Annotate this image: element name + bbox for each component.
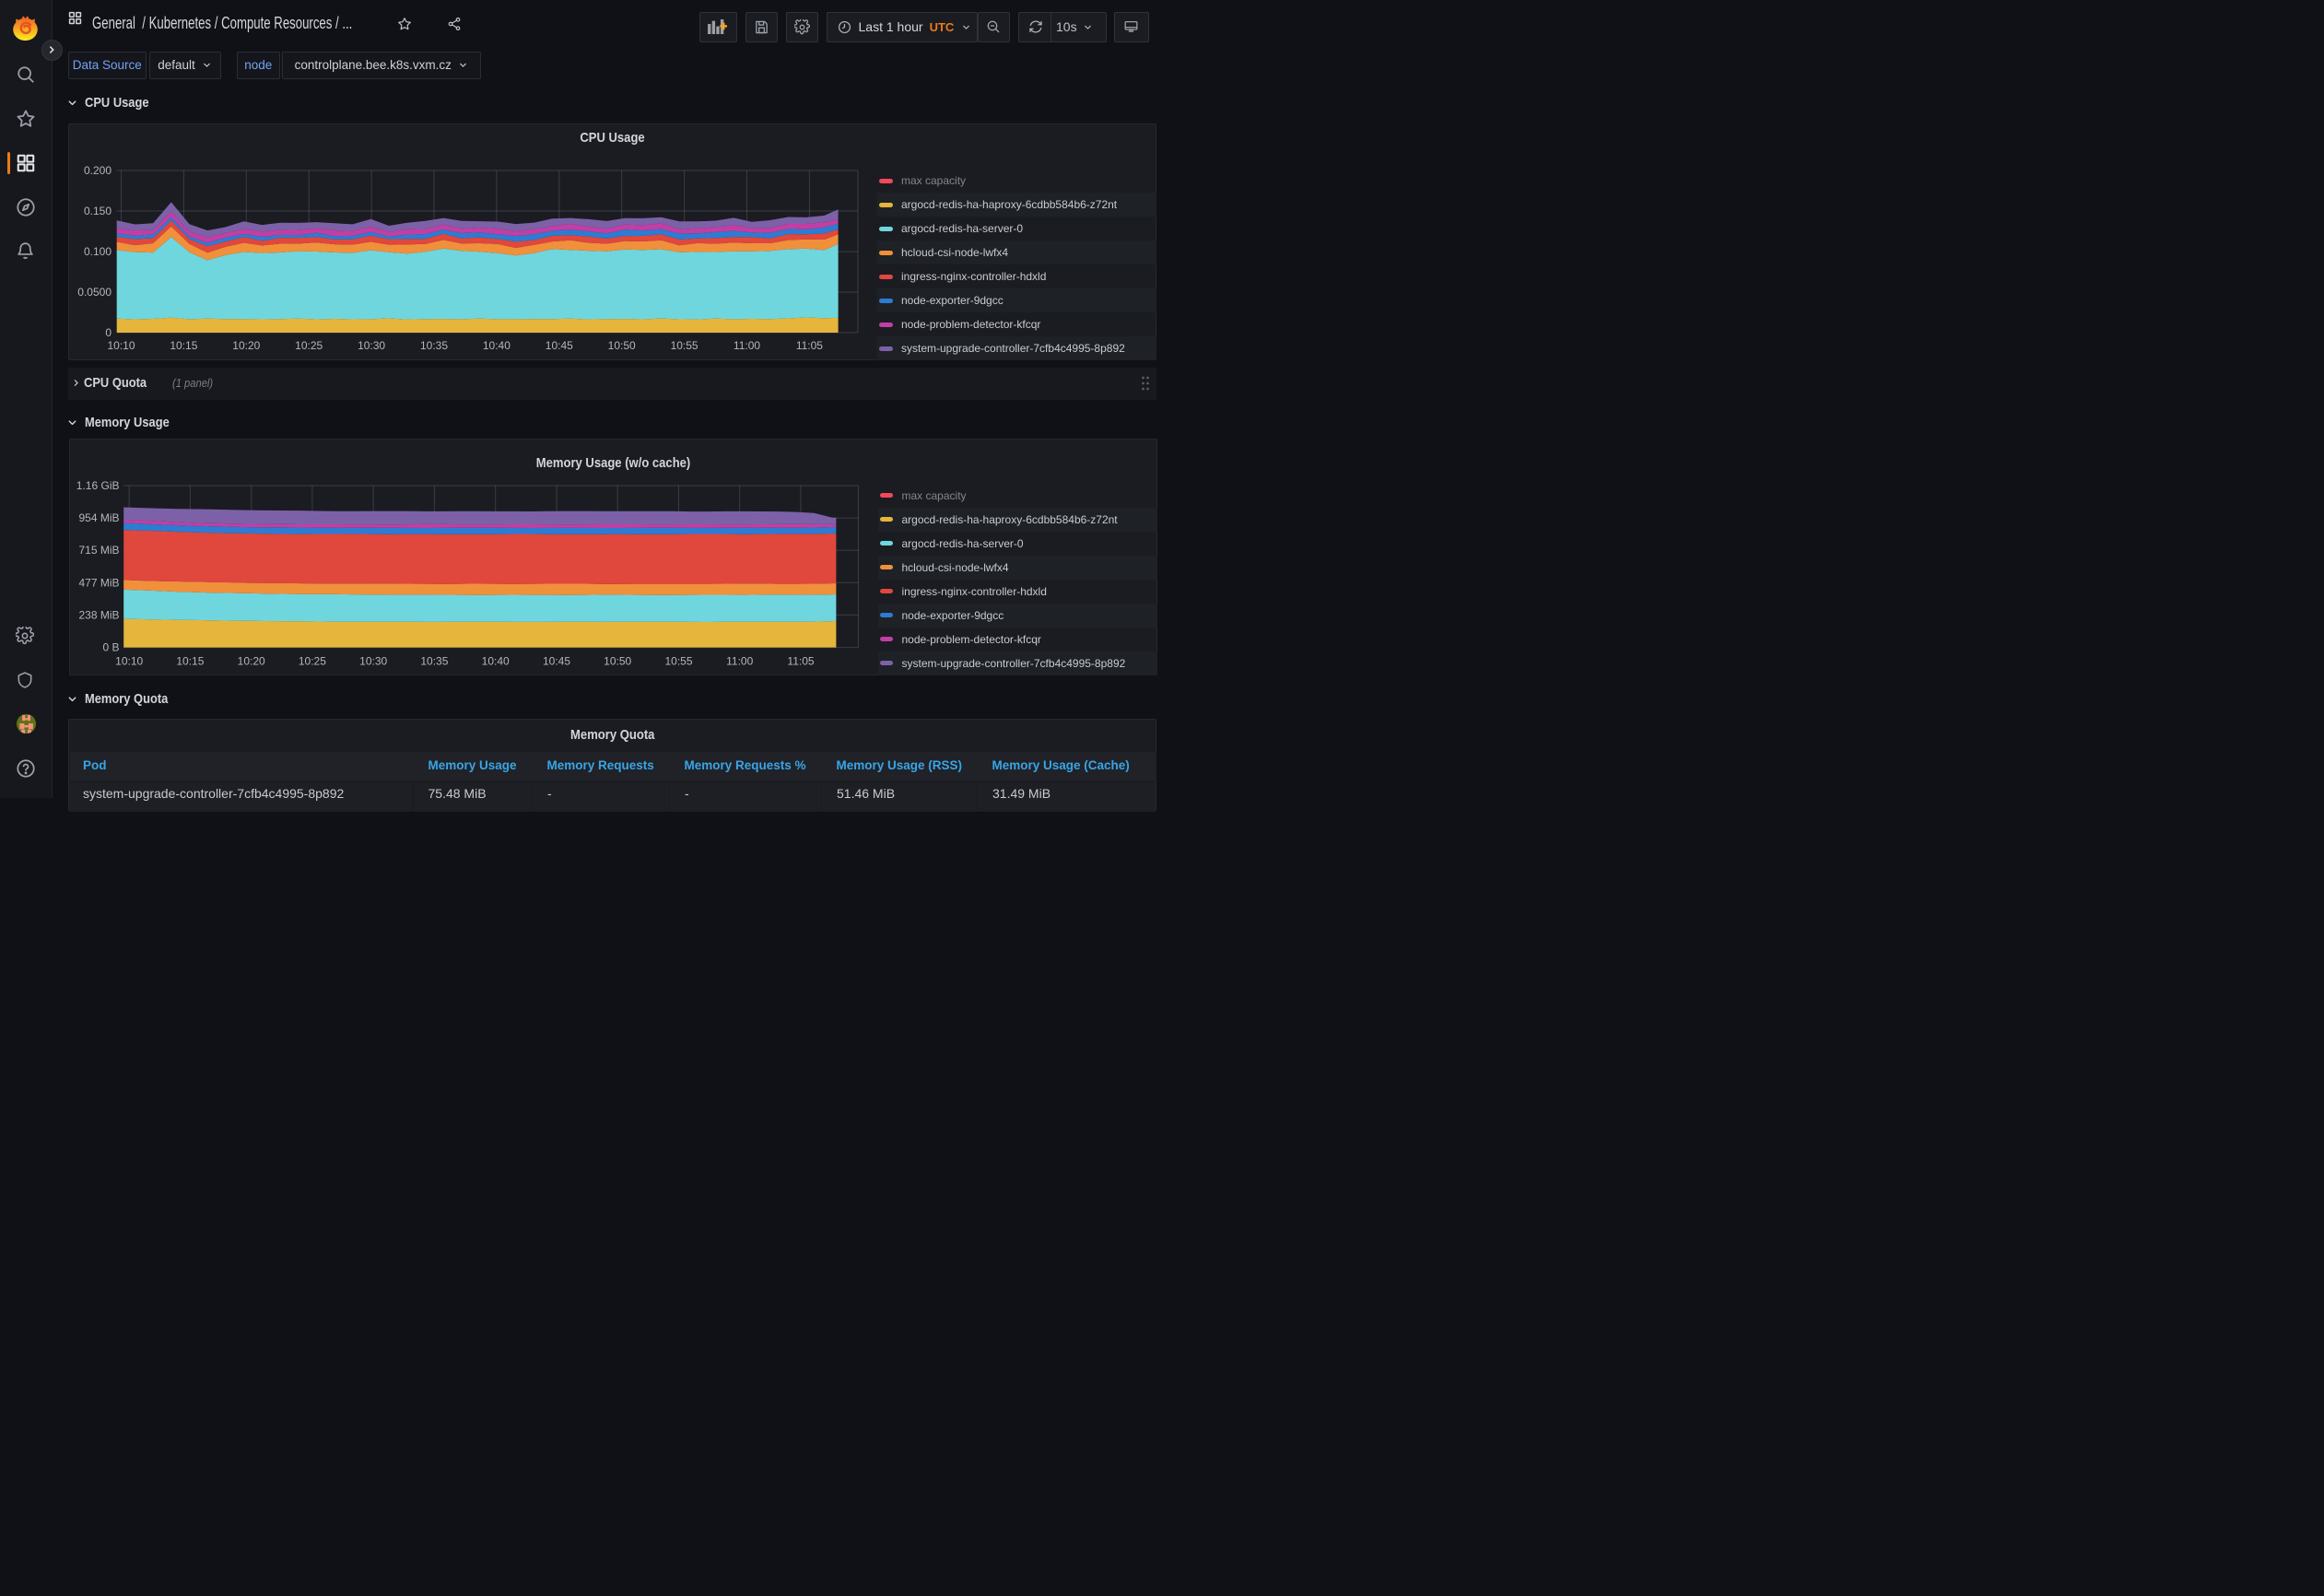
- svg-text:0: 0: [105, 326, 112, 339]
- svg-text:10:15: 10:15: [176, 655, 204, 668]
- svg-text:1.16 GiB: 1.16 GiB: [76, 479, 119, 492]
- svg-text:0.150: 0.150: [84, 205, 112, 217]
- svg-text:10:55: 10:55: [664, 655, 692, 668]
- svg-text:10:20: 10:20: [237, 655, 264, 668]
- svg-text:10:35: 10:35: [420, 655, 448, 668]
- svg-text:0.200: 0.200: [84, 164, 112, 177]
- svg-text:11:05: 11:05: [796, 339, 823, 352]
- svg-text:0.0500: 0.0500: [77, 286, 112, 299]
- svg-text:10:40: 10:40: [481, 655, 509, 668]
- svg-text:10:50: 10:50: [604, 655, 631, 668]
- svg-text:715 MiB: 715 MiB: [78, 544, 119, 557]
- svg-text:10:30: 10:30: [359, 655, 387, 668]
- svg-text:10:55: 10:55: [671, 339, 698, 352]
- svg-text:11:05: 11:05: [787, 655, 814, 668]
- svg-text:10:35: 10:35: [420, 339, 448, 352]
- svg-text:10:45: 10:45: [542, 655, 569, 668]
- svg-text:10:40: 10:40: [483, 339, 511, 352]
- svg-text:477 MiB: 477 MiB: [78, 576, 119, 589]
- svg-text:10:10: 10:10: [107, 339, 135, 352]
- svg-text:10:10: 10:10: [115, 655, 143, 668]
- svg-text:0 B: 0 B: [102, 641, 119, 654]
- svg-text:238 MiB: 238 MiB: [78, 608, 119, 621]
- svg-text:0.100: 0.100: [84, 245, 112, 258]
- svg-text:10:25: 10:25: [298, 655, 325, 668]
- svg-text:11:00: 11:00: [726, 655, 753, 668]
- svg-text:10:20: 10:20: [232, 339, 260, 352]
- svg-text:10:45: 10:45: [546, 339, 573, 352]
- svg-text:10:30: 10:30: [358, 339, 385, 352]
- svg-text:10:50: 10:50: [608, 339, 636, 352]
- svg-text:10:15: 10:15: [170, 339, 197, 352]
- svg-text:10:25: 10:25: [295, 339, 323, 352]
- svg-text:954 MiB: 954 MiB: [78, 511, 119, 524]
- svg-text:11:00: 11:00: [734, 339, 760, 352]
